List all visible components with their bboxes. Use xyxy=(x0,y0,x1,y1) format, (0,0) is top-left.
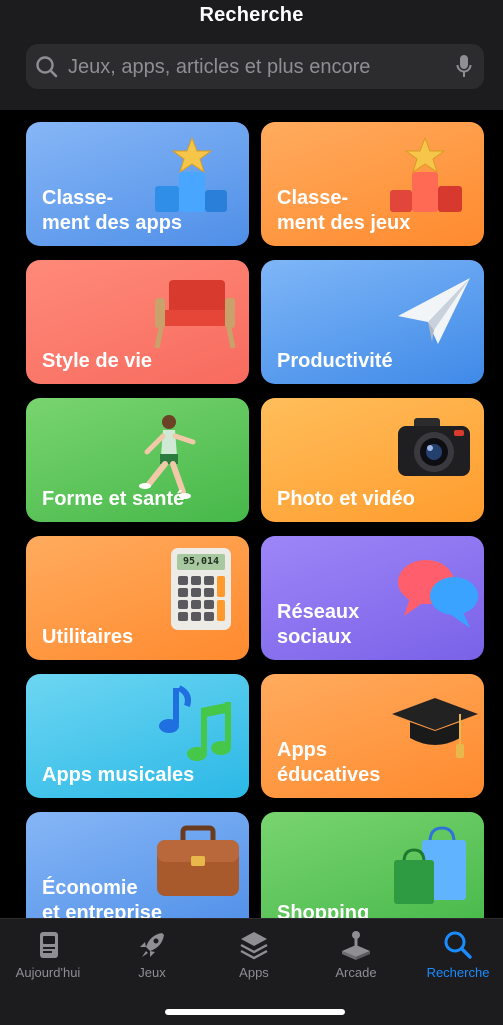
category-label: Productivité xyxy=(277,350,393,372)
tab-label: Aujourd'hui xyxy=(15,965,81,980)
header: Recherche xyxy=(0,0,503,110)
search-bar[interactable] xyxy=(26,44,484,91)
tab-label: Jeux xyxy=(138,965,166,980)
tab-search[interactable]: Recherche xyxy=(408,929,503,989)
category-tile-utilities[interactable]: 95,014 Utilitaires xyxy=(26,536,249,660)
tab-label: Recherche xyxy=(426,965,490,980)
category-tile-education[interactable]: Apps éducatives xyxy=(261,674,484,798)
category-label: Réseaux sociaux xyxy=(277,601,360,648)
category-label: Utilitaires xyxy=(42,626,134,648)
page-title: Recherche xyxy=(199,4,304,26)
category-label: Photo et vidéo xyxy=(277,488,415,510)
category-tile-music[interactable]: Apps musicales xyxy=(26,674,249,798)
armchair-icon xyxy=(154,280,236,349)
category-tile-photo-video[interactable]: Photo et vidéo xyxy=(261,398,484,522)
category-label: Apps éducatives xyxy=(277,739,381,786)
tab-apps[interactable]: Apps xyxy=(204,929,304,989)
tab-games[interactable]: Jeux xyxy=(102,929,202,989)
today-icon xyxy=(40,932,58,958)
category-label: Apps musicales xyxy=(42,764,195,786)
paper-plane-icon xyxy=(398,278,470,344)
tab-arcade[interactable]: Arcade xyxy=(306,929,406,989)
microphone-icon[interactable] xyxy=(456,54,472,80)
category-label: Classe- ment des jeux xyxy=(277,187,411,234)
search-icon xyxy=(444,931,472,959)
search-input[interactable] xyxy=(66,44,450,91)
search-icon xyxy=(36,56,58,78)
category-tile-lifestyle[interactable]: Style de vie xyxy=(26,260,249,384)
tab-label: Arcade xyxy=(335,965,377,980)
home-indicator xyxy=(165,1009,345,1015)
category-label: Style de vie xyxy=(42,350,153,372)
shopping-bags-icon xyxy=(394,826,466,904)
category-tile-top-apps[interactable]: Classe- ment des apps xyxy=(26,122,249,246)
camera-icon xyxy=(398,418,470,476)
category-tile-social-networking[interactable]: Réseaux sociaux xyxy=(261,536,484,660)
tab-label: Apps xyxy=(239,965,269,980)
category-tile-productivity[interactable]: Productivité xyxy=(261,260,484,384)
calculator-icon: 95,014 xyxy=(171,548,231,630)
category-tile-health-fitness[interactable]: Forme et santé xyxy=(26,398,249,522)
category-label: Forme et santé xyxy=(42,488,185,510)
app-stack-icon xyxy=(240,932,268,960)
tab-today[interactable]: Aujourd'hui xyxy=(0,929,98,989)
category-label: Classe- ment des apps xyxy=(42,187,183,234)
music-notes-icon xyxy=(159,685,231,761)
calculator-display: 95,014 xyxy=(182,556,220,567)
category-tile-top-games[interactable]: Classe- ment des jeux xyxy=(261,122,484,246)
joystick-icon xyxy=(342,931,370,960)
rocket-icon xyxy=(140,933,164,957)
